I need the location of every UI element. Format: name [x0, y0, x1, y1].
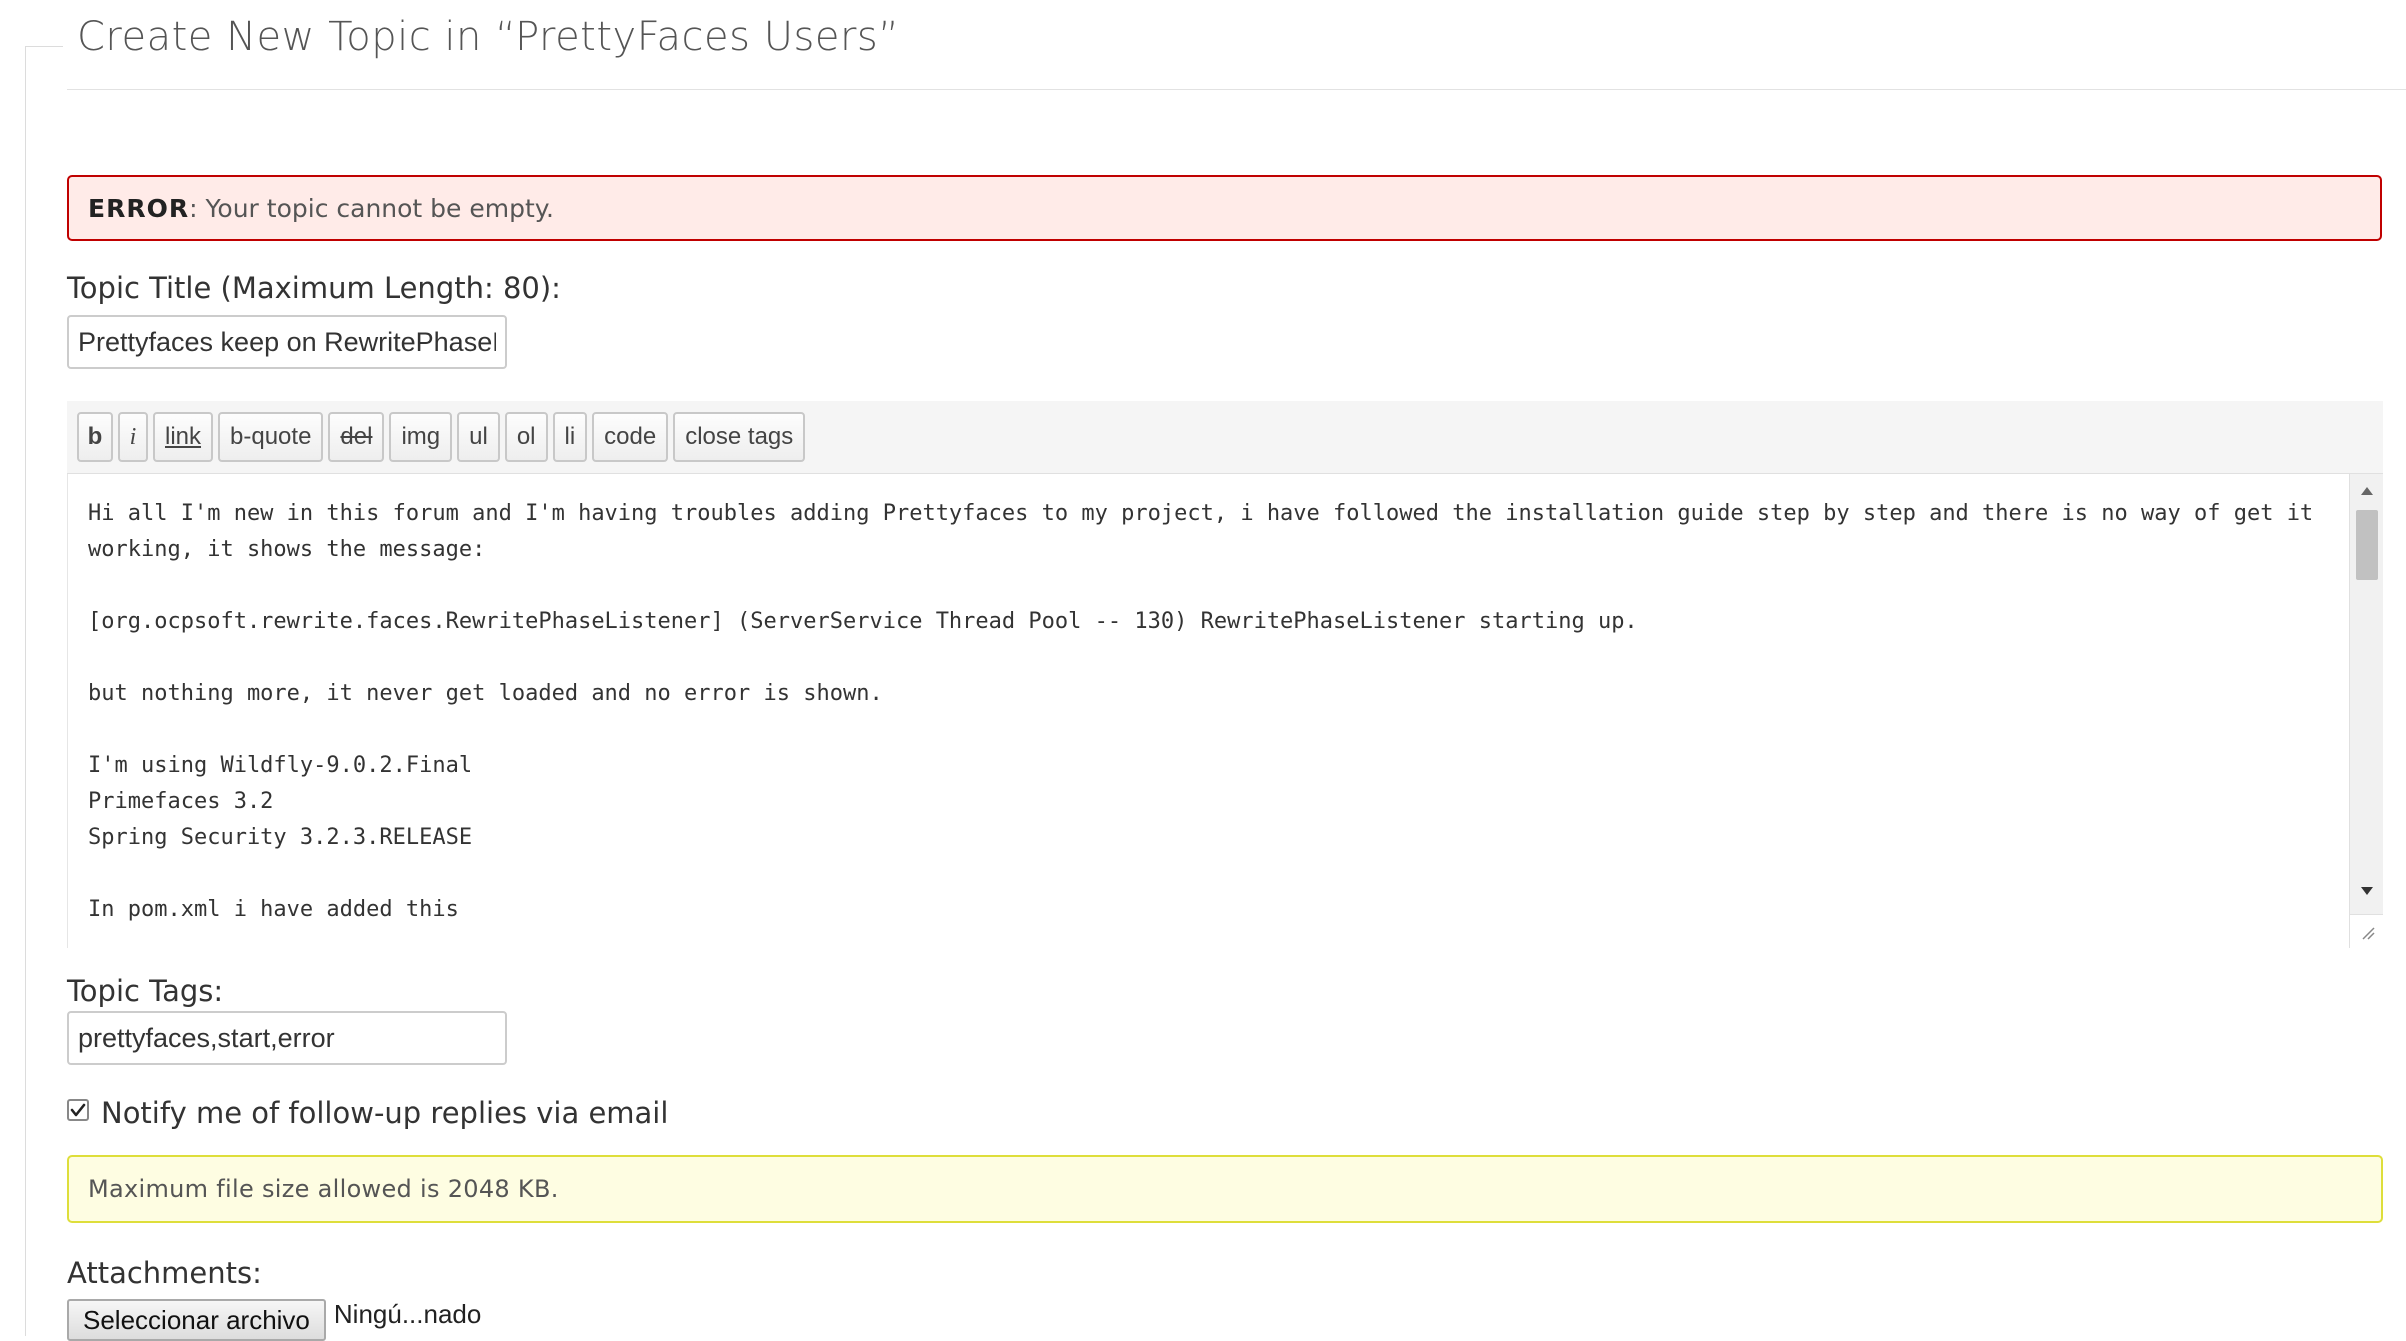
scroll-thumb[interactable]	[2356, 510, 2378, 580]
notify-label[interactable]: Notify me of follow-up replies via email	[101, 1096, 668, 1130]
attachments-label: Attachments:	[67, 1256, 262, 1290]
notify-row: Notify me of follow-up replies via email	[67, 1096, 668, 1130]
error-text: : Your topic cannot be empty.	[189, 193, 554, 223]
bold-button[interactable]: b	[77, 412, 113, 462]
error-label: ERROR	[88, 193, 190, 223]
close-tags-button[interactable]: close tags	[673, 412, 806, 462]
fieldset-border	[25, 46, 26, 1336]
strikethrough-button[interactable]: del	[328, 412, 385, 462]
scroll-down-icon[interactable]	[2350, 874, 2383, 908]
quicktags-toolbar: b i link b-quote del img ul ol li code c…	[67, 401, 2383, 474]
file-status-text: Ningú...nado	[333, 1299, 482, 1329]
link-button[interactable]: link	[153, 412, 214, 462]
topic-title-input[interactable]	[67, 315, 507, 369]
error-message-box: ERROR : Your topic cannot be empty.	[67, 175, 2382, 241]
code-button[interactable]: code	[592, 412, 669, 462]
italic-button[interactable]: i	[118, 412, 148, 462]
topic-content-text[interactable]: Hi all I'm new in this forum and I'm hav…	[88, 496, 2328, 928]
title-divider	[67, 89, 2406, 90]
list-item-button[interactable]: li	[552, 412, 588, 462]
check-icon	[70, 1103, 86, 1117]
topic-tags-input[interactable]	[67, 1011, 507, 1065]
blockquote-button[interactable]: b-quote	[218, 412, 324, 462]
post-editor: b i link b-quote del img ul ol li code c…	[67, 401, 2383, 948]
textarea-scrollbar[interactable]	[2349, 474, 2383, 948]
choose-file-button[interactable]: Seleccionar archivo	[67, 1299, 326, 1341]
image-button[interactable]: img	[389, 412, 453, 462]
attachment-picker: Seleccionar archivo Ningú...nado	[67, 1299, 481, 1341]
topic-title-label: Topic Title (Maximum Length: 80):	[67, 271, 561, 305]
page-title: Create New Topic in “PrettyFaces Users”	[77, 14, 900, 60]
topic-tags-label: Topic Tags:	[67, 974, 224, 1008]
file-size-notice: Maximum file size allowed is 2048 KB.	[67, 1155, 2383, 1223]
fieldset-border-top	[25, 46, 63, 47]
ordered-list-button[interactable]: ol	[504, 412, 548, 462]
notify-checkbox[interactable]	[67, 1099, 89, 1121]
resize-grip-icon[interactable]	[2350, 914, 2383, 948]
scroll-up-icon[interactable]	[2350, 474, 2383, 508]
unordered-list-button[interactable]: ul	[457, 412, 500, 462]
topic-content-textarea[interactable]: Hi all I'm new in this forum and I'm hav…	[67, 474, 2383, 948]
